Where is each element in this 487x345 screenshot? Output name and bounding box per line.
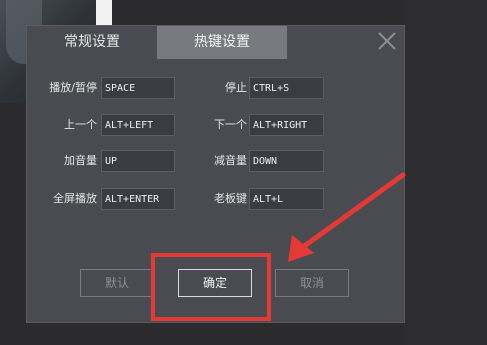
label-next: 下一个 [214,118,247,131]
tab-hotkey-settings[interactable]: 热键设置 [157,26,287,59]
hotkey-field-previous[interactable]: ALT+LEFT [101,114,175,136]
hotkey-field-volume-down[interactable]: DOWN [249,150,324,172]
close-icon[interactable] [376,30,398,52]
label-previous: 上一个 [64,118,97,131]
label-volume-down: 减音量 [214,154,247,167]
default-button[interactable]: 默认 [80,269,154,297]
tab-bar: 常规设置 热键设置 [27,26,404,59]
label-boss-key: 老板键 [214,192,247,205]
tab-general-settings[interactable]: 常规设置 [27,26,157,59]
label-stop: 停止 [225,81,247,94]
background-right-panel [405,0,487,345]
cancel-button[interactable]: 取消 [275,269,349,297]
label-volume-up: 加音量 [64,154,97,167]
hotkey-field-stop[interactable]: CTRL+S [249,77,324,99]
hotkey-field-play-pause[interactable]: SPACE [101,77,175,99]
label-play-pause: 播放/暂停 [49,81,97,94]
hotkey-field-fullscreen[interactable]: ALT+ENTER [101,188,175,210]
hotkey-field-next[interactable]: ALT+RIGHT [249,114,324,136]
hotkey-field-volume-up[interactable]: UP [101,150,175,172]
hotkey-field-boss-key[interactable]: ALT+L [249,188,324,210]
label-fullscreen: 全屏播放 [53,192,97,205]
annotation-highlight-box [151,253,271,321]
